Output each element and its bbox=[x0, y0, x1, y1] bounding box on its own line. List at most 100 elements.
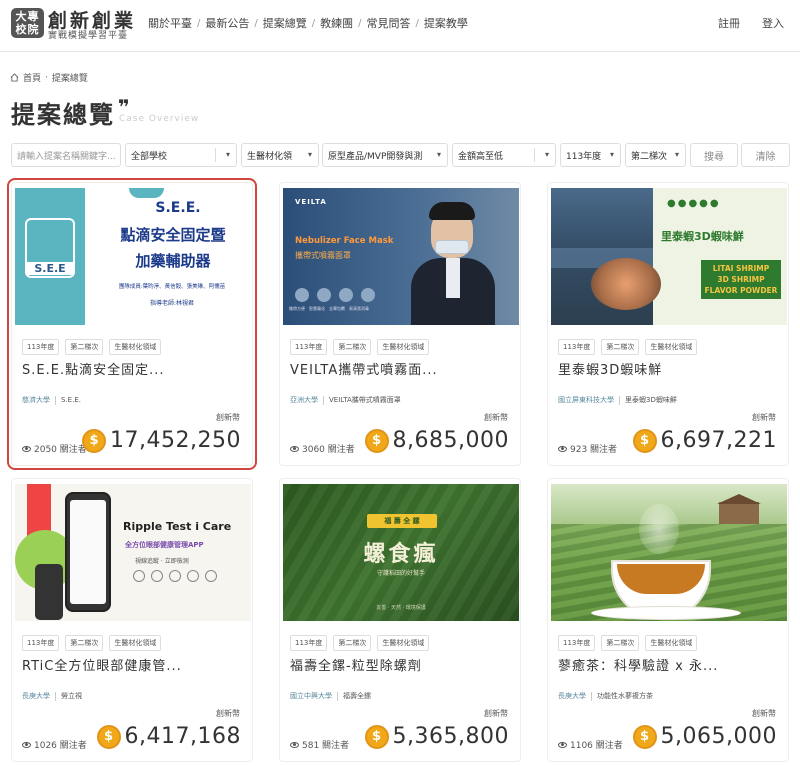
breadcrumb: 首頁 · 提案總覽 bbox=[10, 71, 88, 84]
tag-year: 113年度 bbox=[22, 635, 60, 651]
meta-separator bbox=[323, 395, 324, 405]
card-followers: 1106 關注者 bbox=[558, 738, 623, 751]
thumb-feature-labels: 攜帶方便 智慧霧化 全罩包覆 易清潔消毒 bbox=[289, 306, 369, 312]
thumb-line: 視線追蹤 · 立即檢測 bbox=[135, 558, 189, 565]
proposal-card[interactable]: VEILTA Nebulizer Face Mask 攜帶式噴霧面罩 攜帶方便 … bbox=[279, 182, 521, 466]
tag-year: 113年度 bbox=[22, 339, 60, 355]
followers-count: 923 關注者 bbox=[570, 445, 618, 455]
amount-value: 8,685,000 bbox=[392, 428, 509, 453]
breadcrumb-home[interactable]: 首頁 bbox=[23, 71, 41, 84]
card-thumbnail[interactable]: ●●●●● 里泰蝦3D蝦味鮮 LITAI SHRIMP 3D SHRIMP FL… bbox=[551, 188, 787, 325]
sort-select[interactable]: 金額高至低 ▾ bbox=[452, 143, 556, 167]
tag-field: 生醫材化領域 bbox=[645, 339, 698, 355]
card-school: 國立中興大學 bbox=[290, 692, 332, 700]
proposal-card[interactable]: S.E.E S.E.E. 點滴安全固定暨 加藥輔助器 團隊成員:葉昀淨、黃信毅、… bbox=[7, 178, 257, 470]
card-amount: $ 6,697,221 bbox=[632, 428, 777, 453]
proposal-card[interactable]: 福 壽 全 鏍 螺食瘋 守護稻田的好幫手 友善 · 天然 · 環境保護 113年… bbox=[279, 478, 521, 762]
card-thumbnail[interactable]: Ripple Test i Care 全方位眼部健康管理APP 視線追蹤 · 立… bbox=[15, 484, 251, 621]
logo-badge-text: 大專校院 bbox=[15, 10, 40, 36]
register-link[interactable]: 註冊 bbox=[718, 15, 740, 31]
search-input[interactable]: 請輸入提案名稱關鍵字... bbox=[11, 143, 121, 167]
card-team: VEILTA攜帶式噴霧面罩 bbox=[329, 396, 401, 404]
coin-icon: $ bbox=[364, 428, 389, 453]
card-title[interactable]: RTiC全方位眼部健康管... bbox=[22, 655, 182, 674]
card-tags: 113年度 第二梯次 生醫材化領域 bbox=[558, 339, 698, 355]
thumb-title: Nebulizer Face Mask bbox=[295, 236, 394, 246]
nav-coaches[interactable]: 教練團 bbox=[320, 15, 353, 31]
card-thumbnail[interactable]: S.E.E S.E.E. 點滴安全固定暨 加藥輔助器 團隊成員:葉昀淨、黃信毅、… bbox=[15, 188, 251, 325]
person-shirt bbox=[446, 258, 460, 298]
sort-select-value: 金額高至低 bbox=[458, 151, 504, 162]
followers-count: 3060 關注者 bbox=[302, 445, 355, 455]
clear-button[interactable]: 清除 bbox=[741, 143, 790, 167]
batch-select[interactable]: 第二梯次 ▾ bbox=[625, 143, 686, 167]
school-select[interactable]: 全部學校 ▾ bbox=[125, 143, 237, 167]
nav-faq[interactable]: 常見問答 bbox=[367, 15, 411, 31]
card-tags: 113年度 第二梯次 生醫材化領域 bbox=[290, 339, 430, 355]
coin-icon: $ bbox=[364, 724, 389, 749]
card-tags: 113年度 第二梯次 生醫材化領域 bbox=[22, 339, 162, 355]
card-amount: $ 17,452,250 bbox=[82, 428, 241, 453]
followers-count: 1106 關注者 bbox=[570, 741, 623, 751]
card-meta: 長庚大學 功能性水蓼複方茶 bbox=[558, 691, 653, 701]
proposal-card[interactable]: Ripple Test i Care 全方位眼部健康管理APP 視線追蹤 · 立… bbox=[11, 478, 253, 762]
see-logo-text: S.E.E bbox=[27, 262, 73, 275]
card-school: 長庚大學 bbox=[22, 692, 50, 700]
year-select[interactable]: 113年度 ▾ bbox=[560, 143, 621, 167]
tag-year: 113年度 bbox=[290, 339, 328, 355]
card-thumbnail[interactable]: VEILTA Nebulizer Face Mask 攜帶式噴霧面罩 攜帶方便 … bbox=[283, 188, 519, 325]
thumb-brand: VEILTA bbox=[295, 198, 327, 206]
tag-batch: 第二梯次 bbox=[333, 339, 372, 355]
card-followers: 1026 關注者 bbox=[22, 738, 87, 751]
thumb-title: Ripple Test i Care bbox=[123, 520, 232, 533]
feature-label: 易清潔消毒 bbox=[349, 306, 369, 311]
chevron-down-icon: ▾ bbox=[674, 150, 679, 159]
thumb-foot: 友善 · 天然 · 環境保護 bbox=[376, 605, 426, 611]
nav-separator: / bbox=[254, 17, 258, 29]
meta-separator bbox=[55, 691, 56, 701]
currency-label: 創新幣 bbox=[752, 413, 776, 422]
eye-icon bbox=[22, 445, 31, 452]
field-select-value: 生醫材化領 bbox=[247, 151, 293, 162]
proposal-card[interactable]: 113年度 第二梯次 生醫材化領域 蓼癒茶：科學驗證 x 永... 長庚大學 功… bbox=[547, 478, 789, 762]
card-thumbnail[interactable]: 福 壽 全 鏍 螺食瘋 守護稻田的好幫手 友善 · 天然 · 環境保護 bbox=[283, 484, 519, 621]
nav-proposals[interactable]: 提案總覽 bbox=[263, 15, 307, 31]
feature-icon bbox=[339, 288, 353, 302]
card-tags: 113年度 第二梯次 生醫材化領域 bbox=[290, 635, 430, 651]
card-title[interactable]: VEILTA攜帶式噴霧面... bbox=[290, 359, 438, 378]
nav-tutorial[interactable]: 提案教學 bbox=[424, 15, 468, 31]
feature-icon bbox=[295, 288, 309, 302]
card-thumbnail[interactable] bbox=[551, 484, 787, 621]
thumb-en-block: LITAI SHRIMP 3D SHRIMP FLAVOR POWDER bbox=[701, 260, 781, 299]
tag-year: 113年度 bbox=[558, 635, 596, 651]
stage-select-value: 原型產品/MVP開發與測 bbox=[328, 151, 423, 162]
proposal-card[interactable]: ●●●●● 里泰蝦3D蝦味鮮 LITAI SHRIMP 3D SHRIMP FL… bbox=[547, 182, 789, 466]
tag-batch: 第二梯次 bbox=[333, 635, 372, 651]
thumb-en-line: LITAI SHRIMP bbox=[712, 264, 770, 273]
card-title[interactable]: 里泰蝦3D蝦味鮮 bbox=[558, 359, 662, 378]
tag-year: 113年度 bbox=[290, 635, 328, 651]
search-button[interactable]: 搜尋 bbox=[690, 143, 738, 167]
card-followers: 2050 關注者 bbox=[22, 442, 87, 455]
thumb-title: S.E.E. bbox=[155, 200, 201, 216]
card-meta: 亞洲大學 VEILTA攜帶式噴霧面罩 bbox=[290, 395, 401, 405]
school-select-value: 全部學校 bbox=[131, 151, 168, 162]
nav-about[interactable]: 關於平臺 bbox=[148, 15, 192, 31]
home-icon[interactable] bbox=[10, 73, 19, 82]
card-title[interactable]: 蓼癒茶：科學驗證 x 永... bbox=[558, 655, 718, 674]
login-link[interactable]: 登入 bbox=[762, 15, 784, 31]
nav-news[interactable]: 最新公告 bbox=[205, 15, 249, 31]
card-title[interactable]: 福壽全鏍-粒型除螺劑 bbox=[290, 655, 422, 674]
field-select[interactable]: 生醫材化領 ▾ bbox=[241, 143, 319, 167]
meta-separator bbox=[619, 395, 620, 405]
card-title[interactable]: S.E.E.點滴安全固定... bbox=[22, 359, 164, 378]
card-school: 慈濟大學 bbox=[22, 396, 50, 404]
amount-value: 5,365,800 bbox=[392, 724, 509, 749]
card-team: 功能性水蓼複方茶 bbox=[597, 692, 653, 700]
stage-select[interactable]: 原型產品/MVP開發與測 ▾ bbox=[322, 143, 448, 167]
amount-value: 17,452,250 bbox=[110, 428, 241, 453]
card-school: 亞洲大學 bbox=[290, 396, 318, 404]
tag-year: 113年度 bbox=[558, 339, 596, 355]
logo-badge[interactable]: 大專校院 bbox=[11, 8, 44, 38]
chevron-down-icon: ▾ bbox=[436, 150, 441, 159]
